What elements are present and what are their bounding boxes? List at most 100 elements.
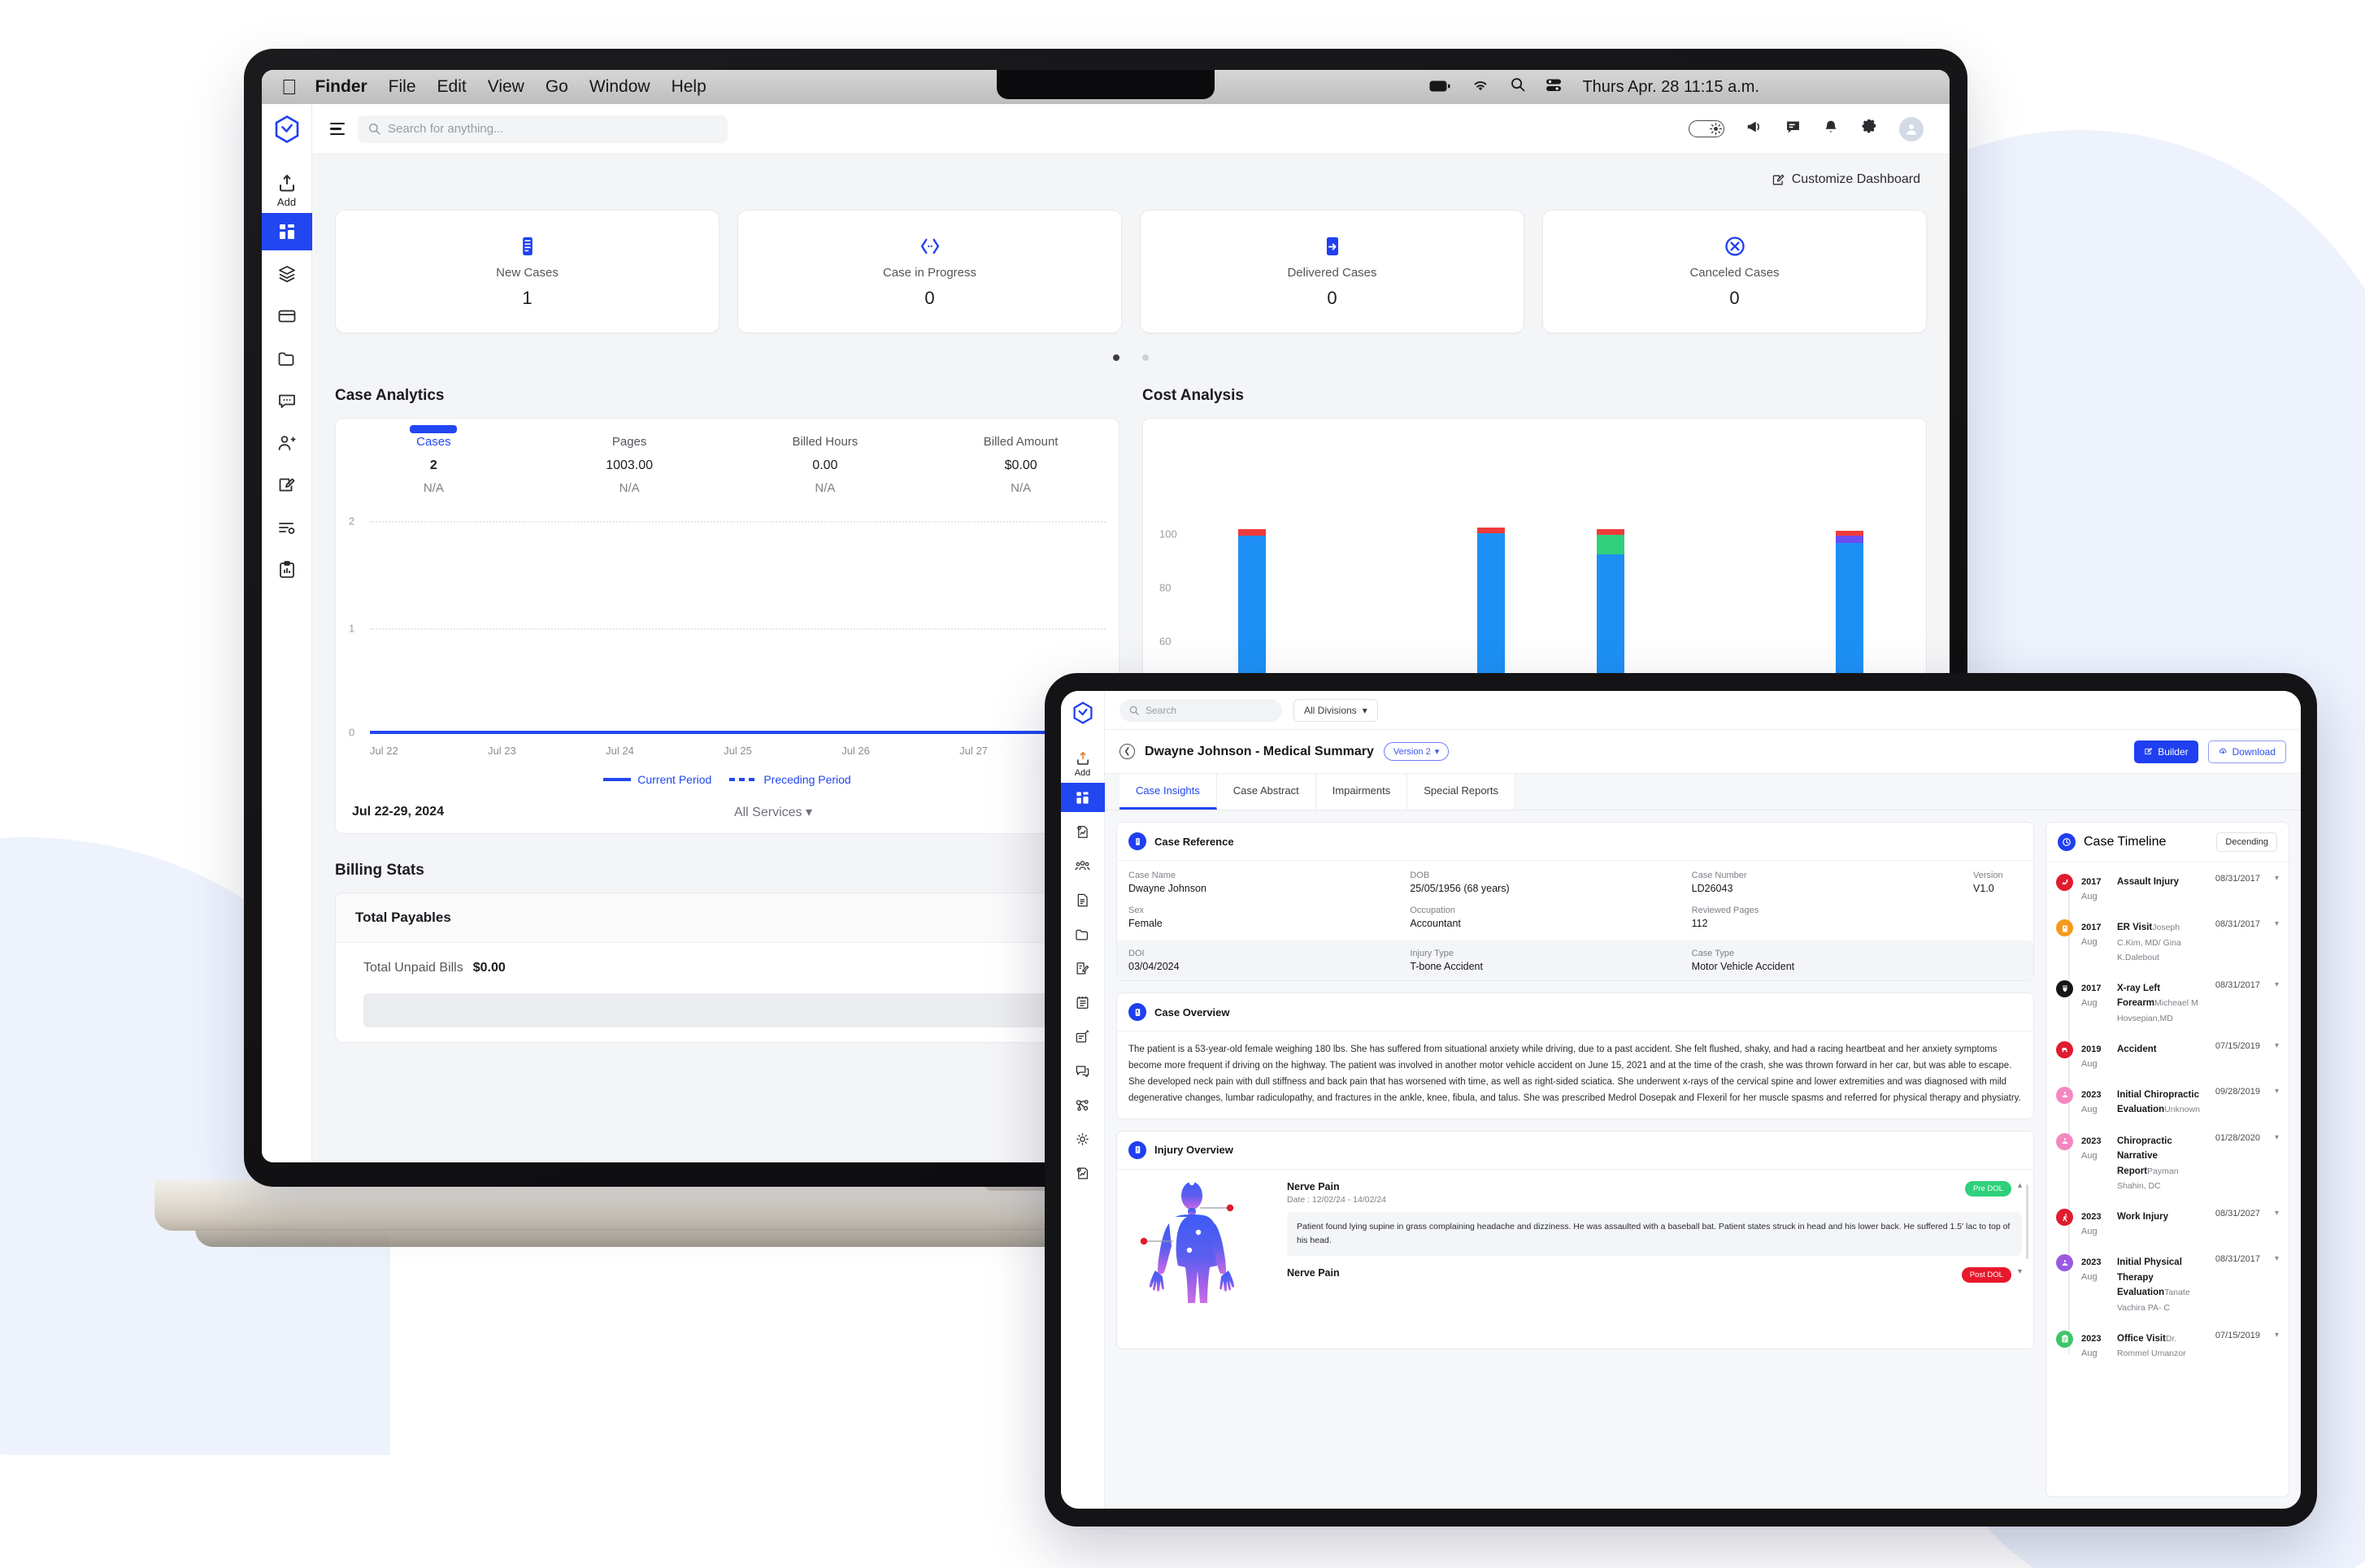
timeline-sort-button[interactable]: Decending — [2216, 832, 2277, 852]
menu-file[interactable]: File — [389, 77, 416, 97]
stat-card-case-in-progress[interactable]: Case in Progress 0 — [737, 210, 1122, 333]
timeline-item[interactable]: 2017 Aug Assault Injury 08/31/2017 ▾ — [2056, 874, 2279, 903]
chevron-down-icon[interactable]: ▾ — [2268, 1331, 2279, 1361]
tablet-sidebar-item-insights[interactable] — [1061, 1158, 1105, 1188]
customize-dashboard-button[interactable]: Customize Dashboard — [1772, 172, 1920, 187]
bell-icon[interactable] — [1823, 119, 1839, 140]
timeline-item[interactable]: 2023 Aug Initial Chiropractic EvaluationU… — [2056, 1086, 2279, 1117]
stat-card-new-cases[interactable]: New Cases 1 — [335, 210, 719, 333]
add-button[interactable]: Add — [276, 174, 298, 208]
tablet-sidebar-item-people[interactable] — [1061, 851, 1105, 880]
tablet-device: Add Search All Divisions ▾ ❮ Dwayne John… — [1045, 673, 2317, 1527]
sidebar-item-billing[interactable] — [262, 298, 312, 335]
carousel-dot-2[interactable] — [1142, 354, 1149, 361]
timeline-item[interactable]: 2017 Aug ER VisitJoseph C.Kim, MD/ Gina K… — [2056, 919, 2279, 964]
search-icon[interactable] — [1511, 77, 1525, 97]
tablet-sidebar-item-automation[interactable] — [1061, 1124, 1105, 1153]
metric-tab-cases[interactable]: Cases 2 N/A — [336, 435, 532, 495]
avatar[interactable] — [1899, 116, 1924, 141]
timeline-item[interactable]: 2023 Aug Chiropractic Narrative ReportPay… — [2056, 1132, 2279, 1193]
metric-tab-pages[interactable]: Pages 1003.00 N/A — [532, 435, 728, 495]
tablet-sidebar-item-pinned-notes[interactable] — [1061, 1022, 1105, 1051]
sidebar-item-files[interactable] — [262, 340, 312, 377]
tablet-sidebar-item-dashboard[interactable] — [1061, 783, 1105, 812]
hospital-icon — [2056, 919, 2073, 936]
back-icon[interactable]: ❮ — [1119, 744, 1135, 759]
builder-button[interactable]: Builder — [2134, 740, 2198, 763]
tablet-sidebar-item-checklist[interactable] — [1061, 988, 1105, 1017]
body-diagram[interactable] — [1128, 1178, 1279, 1349]
menu-finder[interactable]: Finder — [315, 77, 367, 97]
tablet-search-input[interactable]: Search — [1119, 698, 1282, 722]
timeline-item[interactable]: 2023 Aug Office VisitDr. Rommel Umanzor 0… — [2056, 1330, 2279, 1361]
sidebar-item-settings[interactable] — [262, 509, 312, 546]
chevron-down-icon[interactable]: ▾ — [2268, 1087, 2279, 1117]
sidebar-item-users[interactable] — [262, 424, 312, 462]
version-badge[interactable]: Version 2 ▾ — [1383, 742, 1450, 761]
add-button[interactable]: Add — [1075, 751, 1091, 778]
bar[interactable] — [1476, 528, 1505, 684]
menu-edit[interactable]: Edit — [437, 77, 467, 97]
chevron-up-icon[interactable]: ▴ — [2018, 1181, 2022, 1190]
chevron-down-icon[interactable]: ▾ — [2018, 1267, 2022, 1276]
stat-card-delivered-cases[interactable]: Delivered Cases 0 — [1140, 210, 1524, 333]
menu-help[interactable]: Help — [672, 77, 706, 97]
tablet-sidebar-item-files[interactable] — [1061, 919, 1105, 949]
bar[interactable] — [1836, 531, 1864, 684]
menu-go[interactable]: Go — [546, 77, 568, 97]
tab-case-insights[interactable]: Case Insights — [1119, 774, 1217, 810]
tablet-sidebar-item-network[interactable] — [1061, 1090, 1105, 1119]
bar[interactable] — [1237, 529, 1266, 684]
timeline-item[interactable]: 2019 Aug Accident 07/15/2019 ▾ — [2056, 1040, 2279, 1071]
tablet-sidebar-item-messages[interactable] — [1061, 1056, 1105, 1085]
metric-tab-billed-hours[interactable]: Billed Hours 0.00 N/A — [728, 435, 924, 495]
injury-scrollbar[interactable] — [2026, 1184, 2028, 1259]
sidebar-item-dashboard[interactable] — [262, 213, 312, 250]
chevron-down-icon[interactable]: ▾ — [2268, 874, 2279, 903]
app-logo-icon[interactable] — [262, 104, 311, 154]
control-center-icon[interactable] — [1546, 77, 1562, 97]
chevron-down-icon[interactable]: ▾ — [2268, 980, 2279, 1025]
bar[interactable] — [1597, 529, 1625, 684]
services-select[interactable]: All Services ▾ — [444, 804, 1102, 820]
download-button[interactable]: Download — [2207, 740, 2286, 763]
carousel-dot-1[interactable] — [1113, 354, 1119, 361]
search-input[interactable]: Search for anything... — [358, 115, 728, 143]
sidebar-item-notes[interactable] — [262, 467, 312, 504]
chevron-down-icon[interactable]: ▾ — [2268, 1041, 2279, 1071]
division-select[interactable]: All Divisions ▾ — [1293, 698, 1378, 722]
chevron-down-icon[interactable]: ▾ — [2268, 1133, 2279, 1193]
wifi-icon[interactable] — [1472, 77, 1489, 97]
timeline-item[interactable]: 2017 Aug X-ray Left ForearmMicheael M Hov… — [2056, 979, 2279, 1025]
menu-view[interactable]: View — [488, 77, 524, 97]
menu-toggle-icon[interactable] — [330, 122, 345, 136]
metric-tab-billed-amount[interactable]: Billed Amount $0.00 N/A — [923, 435, 1119, 495]
chat-icon[interactable] — [1785, 119, 1802, 140]
tab-impairments[interactable]: Impairments — [1315, 774, 1408, 810]
tab-special-reports[interactable]: Special Reports — [1407, 774, 1516, 810]
stat-card-canceled-cases[interactable]: Canceled Cases 0 — [1542, 210, 1927, 333]
tablet-sidebar-item-edit-doc[interactable] — [1061, 953, 1105, 983]
x-tick: Jul 25 — [724, 745, 752, 757]
sidebar-item-layers[interactable] — [262, 255, 312, 293]
chevron-down-icon[interactable]: ▾ — [2268, 919, 2279, 964]
timeline-item[interactable]: 2023 Aug Work Injury 08/31/2027 ▾ — [2056, 1209, 2279, 1238]
apple-logo-icon[interactable]:  — [281, 76, 298, 98]
timeline-date: 08/31/2017 — [2215, 919, 2260, 929]
sidebar-item-messages[interactable] — [262, 382, 312, 419]
tablet-sidebar-item-documents[interactable] — [1061, 885, 1105, 914]
sidebar-item-reports[interactable] — [262, 551, 312, 589]
menu-window[interactable]: Window — [589, 77, 650, 97]
tablet-sidebar-item-analytics[interactable] — [1061, 817, 1105, 846]
chevron-down-icon[interactable]: ▾ — [2268, 1254, 2279, 1314]
battery-icon[interactable] — [1429, 77, 1450, 97]
menubar-clock[interactable]: Thurs Apr. 28 11:15 a.m. — [1582, 78, 1759, 97]
gear-icon[interactable] — [1860, 118, 1878, 140]
timeline-item[interactable]: 2023 Aug Initial Physical Therapy Evaluat… — [2056, 1254, 2279, 1314]
megaphone-icon[interactable] — [1745, 118, 1763, 140]
timeline-year: 2019 — [2081, 1044, 2102, 1054]
app-logo-icon[interactable] — [1072, 691, 1093, 735]
theme-toggle[interactable] — [1689, 120, 1724, 137]
tab-case-abstract[interactable]: Case Abstract — [1216, 774, 1316, 810]
chevron-down-icon[interactable]: ▾ — [2268, 1209, 2279, 1238]
